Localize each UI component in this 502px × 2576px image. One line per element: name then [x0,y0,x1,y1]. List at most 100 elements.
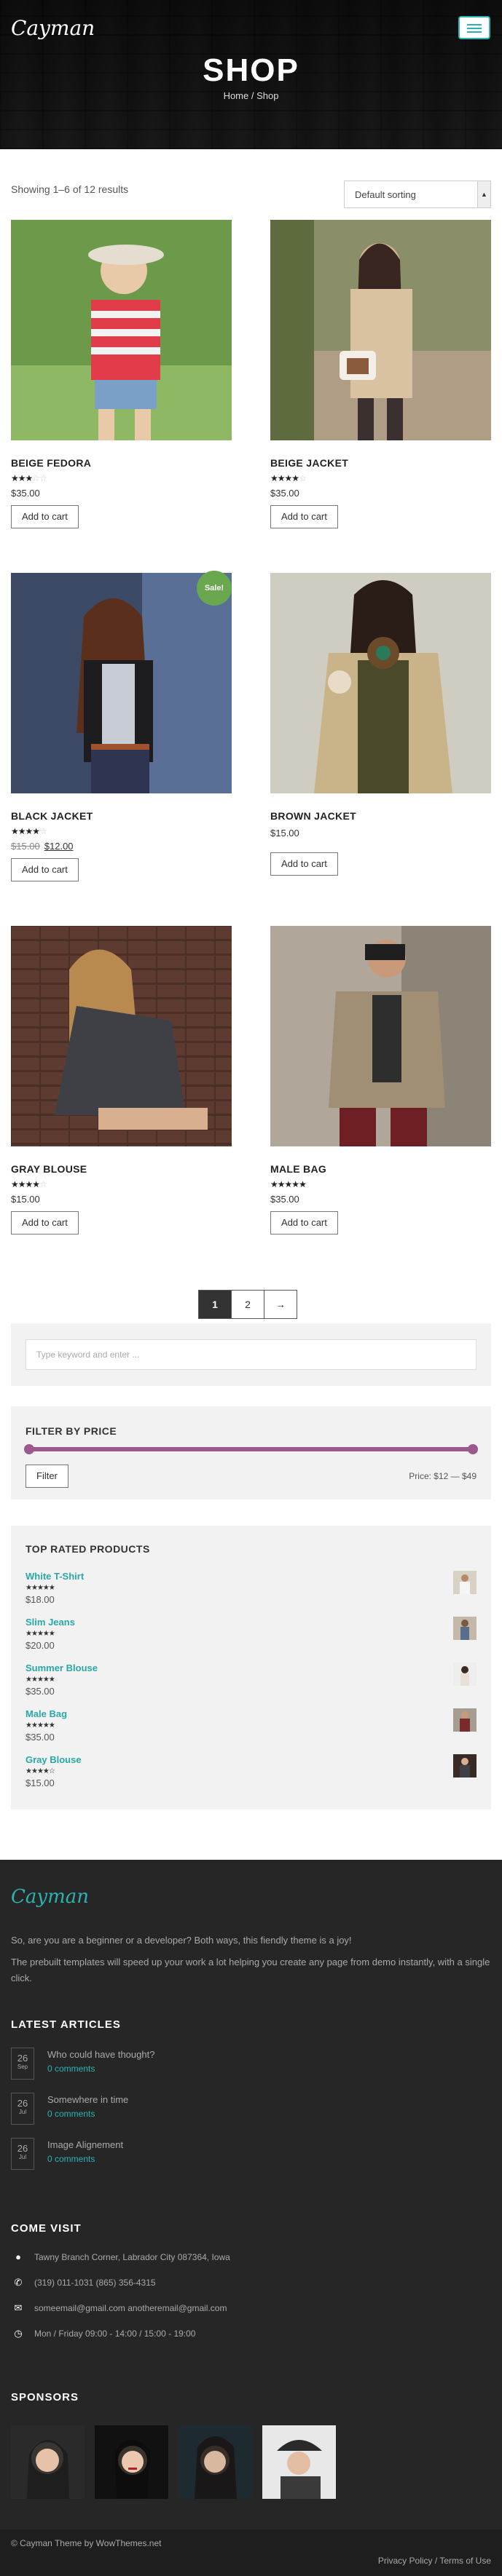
star-icon: ★ [270,473,278,483]
article-date: 26 Jul [11,2138,34,2170]
top-rated-item[interactable]: Gray Blouse ★★★★☆ $15.00 [26,1754,476,1798]
next-page-arrow-icon[interactable]: → [264,1290,297,1319]
add-to-cart-button[interactable]: Add to cart [11,505,79,528]
star-icon: ★ [270,1179,278,1189]
star-icon: ★ [31,1676,38,1684]
star-icon: ★ [36,1584,44,1592]
star-icon: ★ [17,826,26,836]
product-image[interactable] [270,573,491,793]
product-thumbnail[interactable] [453,1754,476,1778]
sponsor-logo[interactable] [11,2425,85,2499]
sponsor-logo[interactable] [262,2425,336,2499]
top-rated-name[interactable]: White T-Shirt [26,1571,84,1582]
add-to-cart-button[interactable]: Add to cart [270,505,338,528]
product-card: GRAY BLOUSE ★★★★☆ $15.00 Add to cart [11,926,232,1235]
top-rated-price: $18.00 [26,1594,55,1605]
product-image[interactable] [270,926,491,1146]
product-name[interactable]: BLACK JACKET [11,810,93,822]
top-rated-item[interactable]: Summer Blouse ★★★★★ $35.00 [26,1662,476,1706]
star-icon: ★ [32,826,40,836]
star-icon: ★ [299,1179,307,1189]
product-thumbnail[interactable] [453,1571,476,1594]
copyright[interactable]: © Cayman Theme by WowThemes.net [11,2538,161,2548]
product-thumbnail[interactable] [453,1708,476,1732]
search-input[interactable]: Type keyword and enter ... [26,1339,476,1370]
add-to-cart-button[interactable]: Add to cart [270,1211,338,1235]
product-card: Sale! BLACK JACKET ★★★★☆ $15.00 $12.00 Ad… [11,571,232,881]
slider-min-handle[interactable] [24,1444,34,1454]
contact-email[interactable]: ✉ someemail@gmail.com anotheremail@gmail.… [11,2302,227,2314]
article-comments[interactable]: 0 comments [47,2109,95,2119]
product-name[interactable]: BEIGE JACKET [270,457,348,469]
footer-logo[interactable]: Cayman [11,1886,89,1908]
article-item[interactable]: 26 Jul Image Alignement 0 comments [11,2138,448,2174]
star-rating: ★★★★☆ [270,473,307,483]
footer-intro-1: So, are you are a beginner or a develope… [11,1935,352,1946]
price-slider[interactable] [24,1444,478,1454]
site-logo[interactable]: Cayman [11,16,95,40]
top-rated-name[interactable]: Slim Jeans [26,1617,75,1628]
product-image[interactable] [270,220,491,440]
top-rated-item[interactable]: Male Bag ★★★★★ $35.00 [26,1708,476,1752]
star-icon: ☆ [39,1179,47,1189]
menu-toggle-button[interactable] [458,16,490,39]
product-name[interactable]: MALE BAG [270,1163,326,1175]
phone-icon: ✆ [14,2277,23,2288]
star-icon: ★ [48,1676,55,1684]
add-to-cart-button[interactable]: Add to cart [270,852,338,876]
star-icon: ★ [31,1584,38,1592]
star-icon: ★ [48,1584,55,1592]
page-2-button[interactable]: 2 [231,1290,264,1319]
product-price: $15.00 $12.00 [11,841,74,852]
top-rated-item[interactable]: Slim Jeans ★★★★★ $20.00 [26,1617,476,1660]
sorting-select[interactable]: Default sorting ▲ [344,181,491,208]
product-name[interactable]: GRAY BLOUSE [11,1163,87,1175]
star-rating: ★★★☆☆ [11,473,47,483]
price-filter-title: FILTER BY PRICE [26,1425,117,1437]
star-icon: ★ [48,1721,55,1729]
product-thumbnail[interactable] [453,1662,476,1686]
product-price: $35.00 [270,1194,299,1205]
star-icon: ★ [26,1767,32,1775]
article-title[interactable]: Image Alignement [47,2139,123,2150]
article-title[interactable]: Who could have thought? [47,2049,154,2060]
star-icon: ★ [17,473,26,483]
star-rating: ★★★★★ [26,1584,55,1592]
article-item[interactable]: 26 Sep Who could have thought? 0 comments [11,2048,448,2084]
slider-max-handle[interactable] [468,1444,478,1454]
product-image[interactable] [11,573,232,793]
star-rating: ★★★★☆ [11,826,47,836]
top-rated-name[interactable]: Summer Blouse [26,1662,98,1673]
article-comments[interactable]: 0 comments [47,2154,95,2164]
product-card: MALE BAG ★★★★★ $35.00 Add to cart [270,926,491,1235]
product-card: BROWN JACKET $15.00 Add to cart [270,573,491,876]
top-rated-item[interactable]: White T-Shirt ★★★★★ $18.00 [26,1571,476,1614]
star-icon: ★ [25,1179,34,1189]
product-name[interactable]: BROWN JACKET [270,810,356,822]
sponsor-logo[interactable] [95,2425,168,2499]
top-rated-name[interactable]: Gray Blouse [26,1754,82,1765]
breadcrumb[interactable]: Home / Shop [0,90,502,101]
add-to-cart-button[interactable]: Add to cart [11,1211,79,1235]
filter-button[interactable]: Filter [26,1465,68,1488]
star-icon: ★ [32,1179,40,1189]
star-icon: ★ [284,473,293,483]
hamburger-icon [467,31,482,33]
article-title[interactable]: Somewhere in time [47,2094,128,2105]
footer-bottom-bar: © Cayman Theme by WowThemes.net Privacy … [0,2529,502,2576]
article-item[interactable]: 26 Jul Somewhere in time 0 comments [11,2093,448,2129]
star-rating: ★★★★★ [270,1179,307,1189]
product-image[interactable] [11,926,232,1146]
product-thumbnail[interactable] [453,1617,476,1640]
product-name[interactable]: BEIGE FEDORA [11,457,91,469]
top-rated-name[interactable]: Male Bag [26,1708,67,1719]
page-1-button[interactable]: 1 [198,1290,232,1319]
sale-badge: Sale! [197,571,232,606]
map-pin-icon: ● [15,2251,21,2262]
sponsor-logo[interactable] [179,2425,252,2499]
add-to-cart-button[interactable]: Add to cart [11,858,79,881]
article-comments[interactable]: 0 comments [47,2064,95,2074]
star-icon: ★ [36,1630,44,1638]
product-image[interactable] [11,220,232,440]
legal-links[interactable]: Privacy Policy / Terms of Use [378,2556,491,2566]
